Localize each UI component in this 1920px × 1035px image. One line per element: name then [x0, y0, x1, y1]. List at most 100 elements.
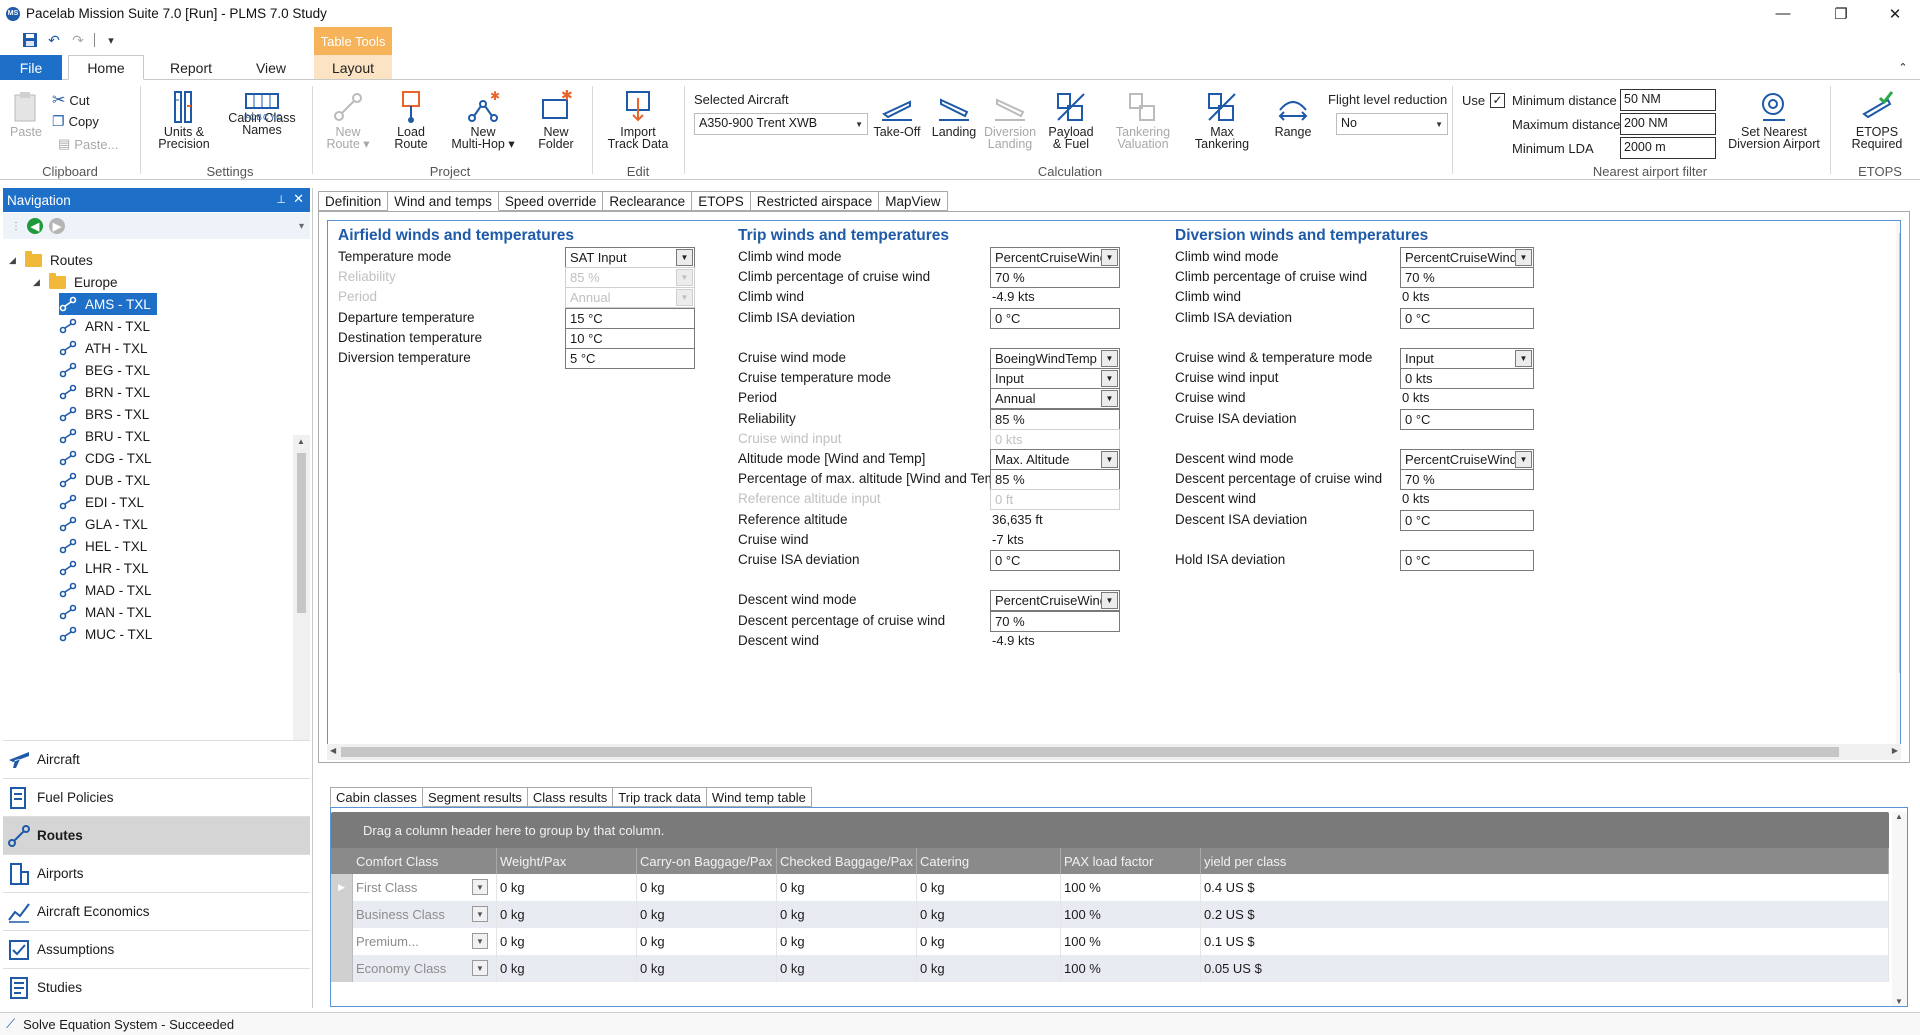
paste-small-button[interactable]: ▤ Paste...: [58, 136, 118, 152]
nav-section-fuel-policies[interactable]: Fuel Policies: [3, 778, 310, 816]
table-cell[interactable]: 0 kg: [917, 874, 1061, 901]
diversion-landing-button[interactable]: Diversion Landing: [980, 90, 1040, 150]
row-selector[interactable]: [331, 901, 353, 928]
table-row[interactable]: Business Class ▼ 0 kg 0 kg 0 kg 0 kg 100 % 0.2 …: [331, 901, 1889, 928]
tab-home[interactable]: Home: [68, 55, 144, 80]
new-route-button[interactable]: New Route ▾: [322, 90, 374, 150]
tab-layout[interactable]: Layout: [314, 55, 392, 80]
use-nearest-checkbox[interactable]: ✓: [1490, 93, 1505, 108]
table-cell[interactable]: 0.05 US $: [1201, 955, 1889, 982]
grid-scrollbar[interactable]: ▲ ▼: [1892, 812, 1907, 1006]
collapse-icon[interactable]: ◢: [33, 277, 41, 288]
units-precision-button[interactable]: Units & Precision: [154, 90, 214, 150]
trip-cruise_wind_mode-select[interactable]: BoeingWindTemp ▼: [990, 348, 1120, 369]
diversion-climb_wind_mode-select[interactable]: PercentCruiseWind ▼: [1400, 247, 1534, 268]
payload-fuel-button[interactable]: Payload & Fuel: [1044, 90, 1098, 150]
diversion-descent_wind_mode-select[interactable]: PercentCruiseWind ▼: [1400, 449, 1534, 470]
table-cell[interactable]: 0 kg: [637, 955, 777, 982]
scroll-up-icon[interactable]: ▲: [1900, 221, 1901, 230]
tab-file[interactable]: File: [0, 55, 62, 80]
back-icon[interactable]: ◀: [27, 218, 43, 234]
tab-mapview[interactable]: MapView: [879, 191, 948, 211]
tree-item-route[interactable]: BRN - TXL: [59, 381, 156, 403]
tankering-valuation-button[interactable]: Tankering Valuation: [1110, 90, 1176, 150]
new-multihop-button[interactable]: ✱ New Multi-Hop ▾: [450, 90, 516, 150]
copy-button[interactable]: ❐ Copy: [52, 113, 99, 130]
scroll-down-icon[interactable]: ▼: [1895, 997, 1903, 1006]
trip-cruise_temp_mode-select[interactable]: Input ▼: [990, 368, 1120, 389]
tree-item-europe[interactable]: ◢ Europe: [33, 271, 118, 293]
table-cell[interactable]: 0 kg: [637, 901, 777, 928]
new-folder-button[interactable]: ✱ New Folder: [530, 90, 582, 150]
nav-section-aircraft[interactable]: Aircraft: [3, 740, 310, 778]
min-distance-input[interactable]: 50 NM: [1620, 89, 1716, 111]
airfield-diversion_temp-input[interactable]: 5 °C: [565, 348, 695, 369]
form-vscroll-thumb[interactable]: [1899, 233, 1900, 673]
table-row[interactable]: Premium... ▼ 0 kg 0 kg 0 kg 0 kg 100 % 0.1 US $: [331, 928, 1889, 955]
trip-descent_pct-input[interactable]: 70 %: [990, 611, 1120, 632]
diversion-cruise_wt_mode-select[interactable]: Input ▼: [1400, 348, 1534, 369]
trip-descent_wind_mode-select[interactable]: PercentCruiseWind ▼: [990, 590, 1120, 611]
tab-trip-track-data[interactable]: Trip track data: [613, 787, 707, 807]
chevron-down-icon[interactable]: ▼: [472, 906, 488, 922]
scroll-right-icon[interactable]: ▶: [1892, 746, 1898, 755]
column-header[interactable]: Weight/Pax: [497, 848, 637, 874]
tab-wind-and-temps[interactable]: Wind and temps: [388, 191, 499, 211]
chevron-down-icon[interactable]: ▼: [472, 933, 488, 949]
table-cell[interactable]: 0 kg: [497, 955, 637, 982]
column-header[interactable]: Checked Baggage/Pax: [777, 848, 917, 874]
collapse-icon[interactable]: ◢: [9, 255, 17, 266]
table-cell[interactable]: 0 kg: [917, 901, 1061, 928]
nav-section-routes[interactable]: Routes: [3, 816, 310, 854]
tree-item-route[interactable]: BRS - TXL: [59, 403, 155, 425]
takeoff-button[interactable]: Take-Off: [870, 90, 924, 138]
set-nearest-diversion-button[interactable]: Set Nearest Diversion Airport: [1726, 90, 1822, 150]
table-row[interactable]: Economy Class ▼ 0 kg 0 kg 0 kg 0 kg 100 % 0.05 …: [331, 955, 1889, 982]
etops-required-button[interactable]: ETOPS Required: [1846, 90, 1908, 150]
comfort-class-cell[interactable]: First Class ▼: [353, 874, 497, 901]
max-tankering-button[interactable]: Max Tankering: [1188, 90, 1256, 150]
table-cell[interactable]: 0 kg: [917, 928, 1061, 955]
tree-item-route[interactable]: MUC - TXL: [59, 623, 158, 645]
tab-etops[interactable]: ETOPS: [692, 191, 751, 211]
tab-view[interactable]: View: [240, 55, 302, 80]
toolbar-overflow-icon[interactable]: ▾: [299, 221, 304, 232]
trip-period-select[interactable]: Annual ▼: [990, 388, 1120, 409]
maximize-button[interactable]: ❐: [1818, 0, 1864, 27]
navigation-scroll-thumb[interactable]: [297, 453, 306, 613]
table-cell[interactable]: 0 kg: [777, 955, 917, 982]
table-cell[interactable]: 0.2 US $: [1201, 901, 1889, 928]
table-cell[interactable]: 0.1 US $: [1201, 928, 1889, 955]
tree-item-route[interactable]: GLA - TXL: [59, 513, 154, 535]
row-selector[interactable]: ▶: [331, 874, 353, 901]
table-cell[interactable]: 0 kg: [497, 874, 637, 901]
tab-class-results[interactable]: Class results: [527, 787, 614, 807]
tab-reclearance[interactable]: Reclearance: [603, 191, 693, 211]
load-route-button[interactable]: Load Route: [388, 90, 434, 150]
row-selector[interactable]: [331, 955, 353, 982]
comfort-class-cell[interactable]: Premium... ▼: [353, 928, 497, 955]
table-cell[interactable]: 0 kg: [777, 874, 917, 901]
selected-aircraft-select[interactable]: A350-900 Trent XWB ▼: [694, 113, 868, 135]
tree-item-route[interactable]: ATH - TXL: [59, 337, 154, 359]
airfield-destination_temp-input[interactable]: 10 °C: [565, 328, 695, 349]
scroll-left-icon[interactable]: ◀: [330, 746, 336, 755]
form-hscroll-thumb[interactable]: [341, 747, 1839, 757]
trip-cruise_isa-input[interactable]: 0 °C: [990, 550, 1120, 571]
redo-icon[interactable]: ↷: [68, 31, 88, 49]
tab-definition[interactable]: Definition: [318, 191, 389, 211]
table-cell[interactable]: 0 kg: [777, 928, 917, 955]
airfield-reliability-select[interactable]: 85 % ▼: [565, 267, 695, 288]
table-cell[interactable]: 0 kg: [637, 928, 777, 955]
column-header[interactable]: Comfort Class: [353, 848, 497, 874]
close-panel-icon[interactable]: ✕: [293, 191, 304, 207]
form-vertical-scrollbar[interactable]: ▲ ▼: [1896, 221, 1901, 749]
trip-reliability-input[interactable]: 85 %: [990, 409, 1120, 430]
diversion-cruise_wind_input-input[interactable]: 0 kts: [1400, 368, 1534, 389]
table-cell[interactable]: 0 kg: [497, 928, 637, 955]
tab-cabin-classes[interactable]: Cabin classes: [330, 787, 423, 807]
form-horizontal-scrollbar[interactable]: ◀ ▶: [327, 744, 1901, 760]
flight-level-reduction-select[interactable]: No ▼: [1336, 113, 1448, 135]
nav-section-studies[interactable]: Studies: [3, 968, 310, 1006]
minimize-button[interactable]: —: [1760, 0, 1806, 27]
